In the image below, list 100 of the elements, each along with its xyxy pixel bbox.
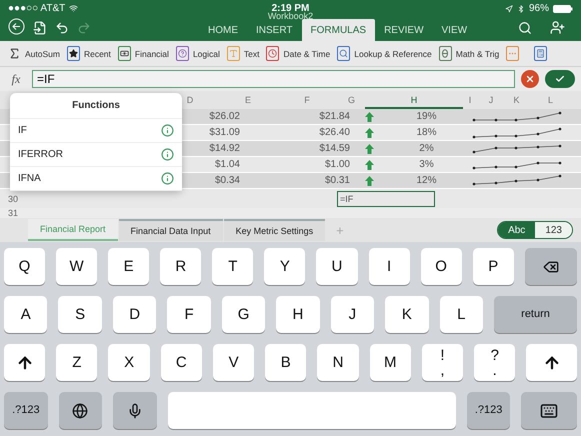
- info-icon[interactable]: [161, 172, 174, 185]
- key[interactable]: ? .: [474, 344, 516, 381]
- sheet-tab[interactable]: Financial Data Input: [118, 219, 223, 241]
- ribbon-tab[interactable]: VIEW: [432, 19, 476, 41]
- key[interactable]: E: [108, 248, 150, 285]
- formula-field[interactable]: =IF: [32, 70, 515, 88]
- more-icon: [506, 46, 520, 61]
- column-header[interactable]: E: [220, 91, 276, 109]
- table-cell-text: 2%: [418, 143, 435, 154]
- money-icon: [118, 46, 131, 61]
- key[interactable]: M: [370, 344, 411, 381]
- bluetooth-icon: [516, 4, 525, 12]
- shift-key[interactable]: [526, 344, 577, 381]
- share-button[interactable]: [550, 20, 565, 35]
- function-category-button[interactable]: Recent: [66, 46, 111, 61]
- search-button[interactable]: [518, 21, 532, 35]
- table-cell-text: $1.00: [324, 159, 350, 170]
- key[interactable]: X: [108, 344, 150, 381]
- ribbon-tab[interactable]: FORMULAS: [302, 19, 376, 41]
- table-cell-text: $26.02: [208, 111, 240, 122]
- info-icon[interactable]: [161, 124, 174, 137]
- check-icon: [555, 74, 565, 84]
- numbers-key[interactable]: .?123: [4, 392, 48, 429]
- keyboard-mode-toggle[interactable]: Abc: [498, 222, 536, 238]
- active-cell[interactable]: =IF: [337, 190, 435, 206]
- function-category-button[interactable]: AutoSum: [8, 47, 60, 60]
- function-category-button[interactable]: Math & Trig: [438, 46, 500, 61]
- key[interactable]: V: [212, 344, 254, 381]
- column-header[interactable]: K: [505, 91, 528, 109]
- key[interactable]: Q: [4, 248, 46, 285]
- column-header[interactable]: I: [463, 91, 477, 109]
- window-title: Workbook2: [266, 11, 314, 21]
- ribbon-tab[interactable]: HOME: [199, 19, 247, 41]
- key[interactable]: K: [385, 296, 429, 333]
- function-suggestion[interactable]: IFNA: [10, 167, 182, 191]
- table-cell-text: $21.84: [318, 111, 350, 122]
- key[interactable]: U: [316, 248, 358, 285]
- file-icon[interactable]: [33, 21, 47, 35]
- key[interactable]: G: [222, 296, 266, 333]
- undo-button[interactable]: [55, 21, 69, 35]
- microphone-key[interactable]: [113, 392, 157, 429]
- ribbon-tab[interactable]: REVIEW: [375, 19, 433, 41]
- numbers-key[interactable]: .?123: [466, 392, 510, 429]
- key[interactable]: C: [160, 344, 202, 381]
- sheet-tab[interactable]: Key Metric Settings: [224, 219, 326, 241]
- table-cell-text: 18%: [415, 127, 438, 138]
- column-header[interactable]: J: [477, 91, 505, 109]
- keyboard-mode-toggle[interactable]: 123: [535, 222, 572, 238]
- key[interactable]: S: [58, 296, 102, 333]
- column-header[interactable]: G: [338, 91, 365, 109]
- key[interactable]: H: [276, 296, 320, 333]
- globe-key[interactable]: [58, 392, 102, 429]
- key[interactable]: W: [56, 248, 98, 285]
- return-key[interactable]: return: [494, 296, 578, 333]
- table-cell-text: $1.04: [214, 159, 240, 170]
- key[interactable]: I: [368, 248, 410, 285]
- key[interactable]: ! ,: [422, 344, 464, 381]
- column-header[interactable]: F: [276, 91, 338, 109]
- key[interactable]: T: [212, 248, 254, 285]
- table-cell-text: $14.92: [208, 143, 240, 154]
- table-cell-text: $31.09: [208, 127, 240, 138]
- table-cell-text: $26.40: [318, 127, 350, 138]
- key[interactable]: A: [4, 296, 48, 333]
- battery-percent: 96%: [528, 3, 549, 14]
- key[interactable]: L: [440, 296, 484, 333]
- wifi-icon: [69, 4, 78, 13]
- key[interactable]: J: [330, 296, 374, 333]
- function-suggestion[interactable]: IFERROR: [10, 143, 182, 167]
- hide-keyboard-key[interactable]: [521, 392, 577, 429]
- function-category-button[interactable]: Financial: [118, 46, 169, 61]
- cancel-button[interactable]: [521, 70, 539, 88]
- key[interactable]: D: [112, 296, 156, 333]
- row-number: 31: [7, 208, 20, 218]
- key[interactable]: N: [317, 344, 359, 381]
- function-label: fx: [10, 72, 22, 86]
- function-category-button[interactable]: Lookup & Reference: [337, 46, 432, 61]
- location-icon: [504, 4, 513, 12]
- key[interactable]: P: [472, 248, 514, 285]
- table-cell-text: 12%: [415, 175, 438, 186]
- microphone-icon: [127, 402, 144, 418]
- function-category-button[interactable]: [534, 46, 548, 61]
- confirm-button[interactable]: [545, 70, 575, 88]
- function-category-button[interactable]: Logical: [176, 46, 220, 61]
- key[interactable]: F: [167, 296, 211, 333]
- back-button[interactable]: [8, 18, 25, 35]
- shift-key[interactable]: [4, 344, 46, 381]
- ribbon-tab[interactable]: INSERT: [247, 19, 302, 41]
- key[interactable]: B: [265, 344, 306, 381]
- close-icon: [525, 74, 535, 84]
- function-category-button[interactable]: Date & Time: [266, 46, 330, 61]
- key[interactable]: O: [420, 248, 462, 285]
- key[interactable]: R: [160, 248, 202, 285]
- info-icon[interactable]: [161, 148, 174, 161]
- function-category-button[interactable]: Text: [226, 46, 260, 61]
- key[interactable]: Y: [264, 248, 306, 285]
- battery-icon: [552, 4, 573, 12]
- function-suggestion[interactable]: IF: [10, 119, 182, 143]
- backspace-key[interactable]: [524, 248, 578, 285]
- column-header[interactable]: L: [528, 91, 573, 109]
- key[interactable]: Z: [56, 344, 98, 381]
